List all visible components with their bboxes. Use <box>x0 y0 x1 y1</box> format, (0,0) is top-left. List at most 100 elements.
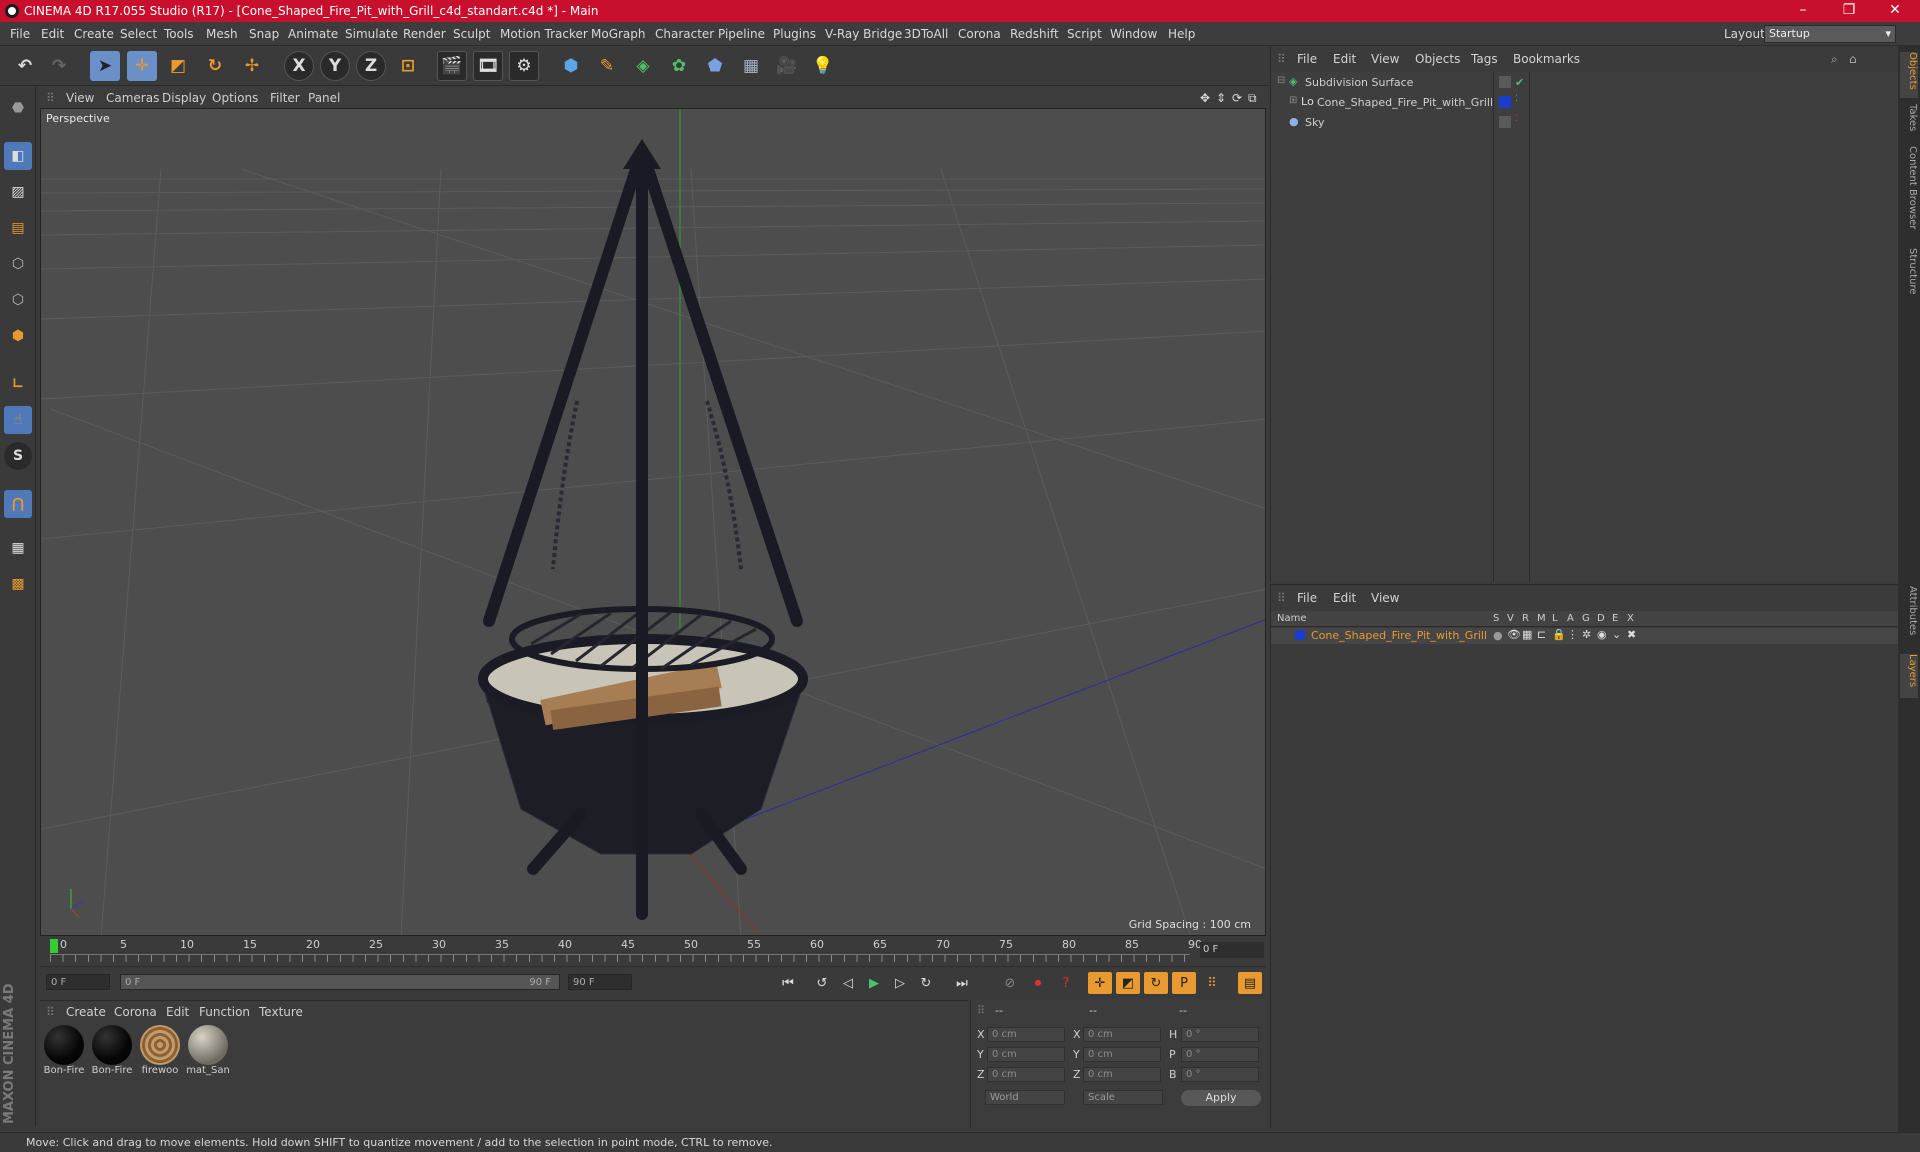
home-icon[interactable]: ⌂ <box>1849 52 1857 66</box>
menu-corona[interactable]: Corona <box>958 27 1001 41</box>
rotation-b-field[interactable]: 0 ° <box>1181 1067 1259 1082</box>
material-swatch[interactable]: Bon-Fire <box>42 1025 86 1081</box>
maximize-button[interactable]: ❐ <box>1826 0 1872 22</box>
menu-script[interactable]: Script <box>1067 27 1102 41</box>
tab-content-browser[interactable]: Content Browser <box>1900 146 1918 242</box>
menu-redshift[interactable]: Redshift <box>1010 27 1059 41</box>
floor-grid-icon[interactable]: ▦ <box>736 51 766 81</box>
close-button[interactable]: ✕ <box>1872 0 1918 22</box>
model-mode-icon[interactable]: ◧ <box>4 142 32 170</box>
timeline-window-icon[interactable]: ▤ <box>1238 972 1262 994</box>
object-menu-view[interactable]: View <box>1371 52 1399 66</box>
viewport-nav-move-icon[interactable]: ✥ <box>1200 91 1210 105</box>
search-icon[interactable]: ⌕ <box>1831 52 1838 67</box>
axis-z-button[interactable]: Z <box>356 51 386 81</box>
menu-edit[interactable]: Edit <box>41 27 64 41</box>
layer-column[interactable]: S <box>1493 613 1499 624</box>
tab-takes[interactable]: Takes <box>1900 104 1918 140</box>
layer-column[interactable]: E <box>1612 613 1618 624</box>
live-move-icon[interactable]: ✢ <box>237 51 267 81</box>
perspective-viewport[interactable]: Perspective Grid Spacing : 100 cm <box>40 108 1266 936</box>
move-tool-icon[interactable]: ✛ <box>127 51 157 81</box>
rotation-p-field[interactable]: 0 ° <box>1181 1047 1259 1062</box>
viewport-menu-filter[interactable]: Filter <box>270 91 300 105</box>
layer-menu-file[interactable]: File <box>1297 591 1317 605</box>
current-frame-field[interactable]: 0 F <box>1200 942 1264 958</box>
render-picture-viewer-icon[interactable]: 🎞 <box>473 51 503 81</box>
step-forward-icon[interactable]: ▷ <box>888 972 912 994</box>
subdivision-generator-icon[interactable]: ◈ <box>628 51 658 81</box>
frame-range-slider[interactable]: 0 F 90 F <box>120 974 560 990</box>
visibility-dots-icon[interactable]: ⁚ <box>1515 94 1518 104</box>
layer-column[interactable]: G <box>1582 613 1590 624</box>
auto-keying-icon[interactable]: ? <box>1054 972 1078 994</box>
tree-collapse-icon[interactable]: ⊟ <box>1277 75 1285 86</box>
menu-snap[interactable]: Snap <box>249 27 279 41</box>
object-menu-tags[interactable]: Tags <box>1471 52 1498 66</box>
layer-column[interactable]: A <box>1567 613 1574 624</box>
key-point-level-icon[interactable]: ⠿ <box>1200 972 1224 994</box>
menu-render[interactable]: Render <box>403 27 446 41</box>
menu-animate[interactable]: Animate <box>288 27 338 41</box>
layer-column[interactable]: Name <box>1277 613 1307 624</box>
tab-attributes[interactable]: Attributes <box>1900 586 1918 650</box>
deformer-icon[interactable]: ⬟ <box>700 51 730 81</box>
object-row-sky[interactable]: ● Sky <box>1275 112 1497 132</box>
size-y-field[interactable]: 0 cm <box>1083 1047 1161 1062</box>
layout-select[interactable]: Startup ▾ <box>1764 25 1896 43</box>
layer-color-swatch[interactable] <box>1295 630 1305 640</box>
previous-key-icon[interactable]: ↺ <box>810 972 834 994</box>
cube-primitive-icon[interactable]: ⬢ <box>556 51 586 81</box>
display-tag-icon[interactable] <box>1499 116 1511 128</box>
go-to-end-icon[interactable]: ⏭ <box>950 972 974 994</box>
menu-select[interactable]: Select <box>120 27 157 41</box>
material-menu-function[interactable]: Function <box>199 1005 250 1019</box>
solo-mode-icon[interactable]: S <box>4 442 32 470</box>
timeline[interactable]: 0 5 10 15 20 25 30 35 40 45 50 55 60 65 … <box>40 936 1266 964</box>
deformers-toggle-icon[interactable]: ◉ <box>1597 628 1607 641</box>
menu-tools[interactable]: Tools <box>164 27 194 41</box>
layer-column[interactable]: X <box>1627 613 1634 624</box>
camera-icon[interactable]: 🎥 <box>772 51 802 81</box>
texture-mode-icon[interactable]: ▨ <box>4 178 32 206</box>
axis-y-button[interactable]: Y <box>320 51 350 81</box>
coordinate-space-select[interactable]: World <box>985 1090 1065 1105</box>
tab-layers[interactable]: Layers <box>1900 654 1918 698</box>
layer-column[interactable]: V <box>1507 613 1514 624</box>
size-mode-select[interactable]: Scale <box>1083 1090 1163 1105</box>
next-key-icon[interactable]: ↻ <box>914 972 938 994</box>
workplane-icon[interactable]: ▤ <box>4 214 32 242</box>
light-icon[interactable]: 💡 <box>808 51 838 81</box>
expressions-toggle-icon[interactable]: ⌄ <box>1612 628 1621 641</box>
menu-help[interactable]: Help <box>1168 27 1195 41</box>
generators-toggle-icon[interactable]: ✲ <box>1582 628 1591 641</box>
size-z-field[interactable]: 0 cm <box>1083 1067 1161 1082</box>
size-x-field[interactable]: 0 cm <box>1083 1027 1161 1042</box>
object-menu-file[interactable]: File <box>1297 52 1317 66</box>
visibility-eye-icon[interactable]: 👁 <box>1507 628 1521 641</box>
menu-mograph[interactable]: MoGraph <box>591 27 646 41</box>
menu-sculpt[interactable]: Sculpt <box>453 27 490 41</box>
material-menu-edit[interactable]: Edit <box>166 1005 189 1019</box>
solo-toggle-icon[interactable]: ● <box>1493 629 1503 642</box>
axis-mode-icon[interactable]: ∟ <box>4 370 32 398</box>
select-arrow-icon[interactable]: ➤ <box>90 51 120 81</box>
polygons-mode-icon[interactable]: ⬢ <box>4 322 32 350</box>
menu-3dtoall[interactable]: 3DToAll <box>904 27 948 41</box>
xref-toggle-icon[interactable]: ✖ <box>1627 628 1636 641</box>
undo-icon[interactable]: ↶ <box>10 51 40 81</box>
spline-pen-icon[interactable]: ✎ <box>592 51 622 81</box>
tweak-mode-icon[interactable]: ☝ <box>4 406 32 434</box>
go-to-start-icon[interactable]: ⏮ <box>776 972 800 994</box>
grid-snap-icon[interactable]: ▩ <box>4 570 32 598</box>
minimize-button[interactable]: – <box>1780 0 1826 22</box>
manager-toggle-icon[interactable]: ⊏ <box>1537 628 1546 641</box>
points-mode-icon[interactable]: ⬡ <box>4 250 32 278</box>
object-menu-objects[interactable]: Objects <box>1415 52 1460 66</box>
layer-column[interactable]: L <box>1552 613 1558 624</box>
object-row-subdivision-surface[interactable]: ⊟ ◈ Subdivision Surface <box>1275 72 1497 92</box>
viewport-menu-panel[interactable]: Panel <box>308 91 340 105</box>
playhead[interactable] <box>50 939 58 953</box>
play-icon[interactable]: ▶ <box>862 972 886 994</box>
timeline-track[interactable]: 0 5 10 15 20 25 30 35 40 45 50 55 60 65 … <box>50 936 1202 962</box>
